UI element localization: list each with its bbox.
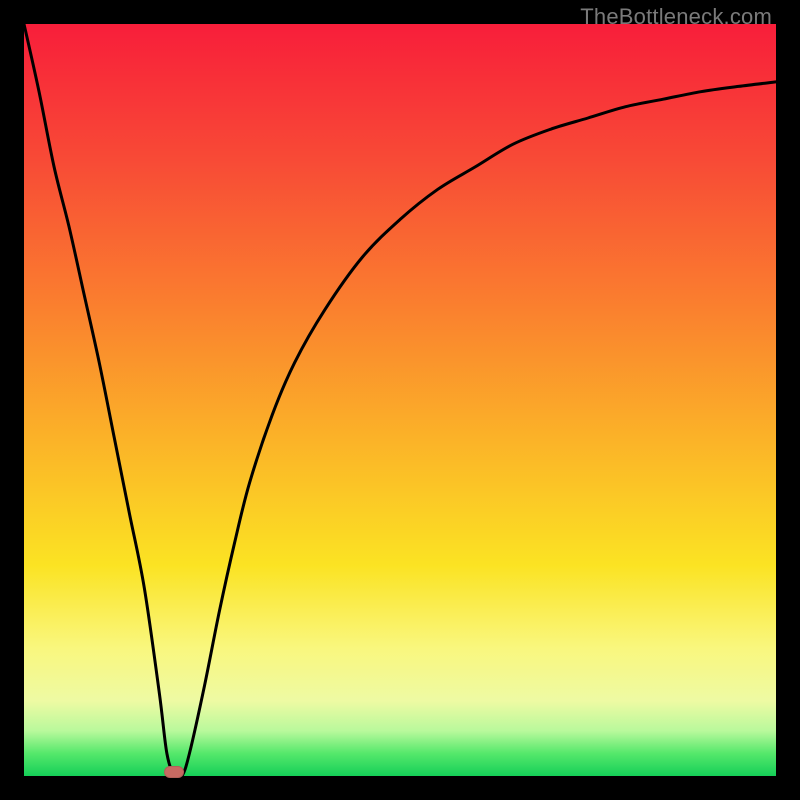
plot-area xyxy=(24,24,776,776)
chart-frame: TheBottleneck.com xyxy=(0,0,800,800)
watermark-text: TheBottleneck.com xyxy=(580,4,772,30)
